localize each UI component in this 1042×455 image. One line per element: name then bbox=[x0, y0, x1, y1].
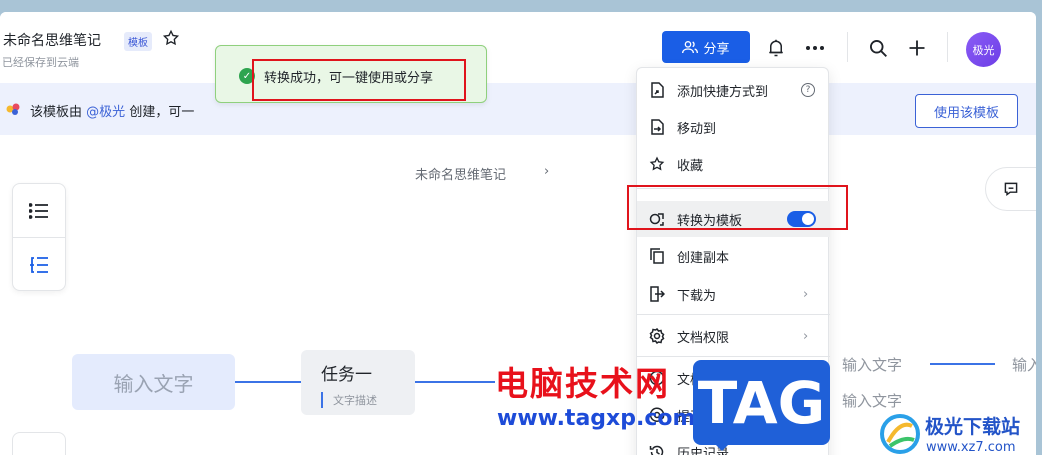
chevron-right-icon: › bbox=[803, 286, 809, 302]
watermark-site-url: www.xz7.com bbox=[926, 440, 1016, 455]
menu-item-label: 创建副本 bbox=[677, 250, 730, 266]
left-toolbar bbox=[12, 183, 66, 291]
help-icon[interactable]: ? bbox=[801, 83, 815, 97]
menu-divider bbox=[637, 188, 830, 189]
child-node[interactable]: 输入 bbox=[1012, 354, 1036, 375]
copy-icon bbox=[649, 248, 665, 264]
connector-line bbox=[930, 363, 995, 365]
use-template-button[interactable]: 使用该模板 bbox=[915, 94, 1018, 128]
app-window: 未命名思维笔记 模板 已经保存到云端 分享 极光 该模板由 @极光 创建，可一 … bbox=[0, 12, 1036, 455]
menu-item-label: 移动到 bbox=[677, 121, 717, 137]
menu-item-label: 添加快捷方式到 bbox=[677, 84, 769, 100]
share-label: 分享 bbox=[703, 41, 730, 57]
template-logo-icon bbox=[6, 103, 20, 115]
success-toast: ✓ 转换成功，可一键使用或分享 bbox=[215, 45, 487, 103]
banner-suffix: 创建，可一 bbox=[129, 105, 195, 120]
watermark-tag-logo: TAG bbox=[693, 360, 830, 445]
menu-item-label: 下载为 bbox=[677, 288, 717, 304]
divider bbox=[847, 32, 848, 62]
menu-item-label: 文档权限 bbox=[677, 330, 730, 346]
check-circle-icon: ✓ bbox=[239, 68, 255, 84]
task-node[interactable]: 任务一 文字描述 bbox=[301, 350, 415, 415]
menu-item-move[interactable]: 移动到 bbox=[637, 109, 830, 145]
chevron-right-icon[interactable]: › bbox=[544, 164, 549, 179]
connector-line bbox=[415, 381, 495, 383]
canvas-title[interactable]: 未命名思维笔记 bbox=[415, 164, 506, 183]
divider bbox=[947, 32, 948, 62]
collapse-toolbar[interactable] bbox=[12, 432, 66, 455]
history-icon bbox=[649, 444, 665, 455]
menu-item-label: 收藏 bbox=[677, 158, 704, 174]
menu-item-duplicate[interactable]: 创建副本 bbox=[637, 238, 830, 274]
connector-line bbox=[235, 381, 301, 383]
watermark-url: www.tagxp.com bbox=[497, 406, 696, 431]
plus-icon[interactable] bbox=[905, 36, 929, 60]
banner-prefix: 该模板由 bbox=[30, 105, 83, 120]
download-icon bbox=[649, 286, 665, 302]
mindmap-structure-icon[interactable] bbox=[13, 238, 65, 291]
move-icon bbox=[649, 119, 665, 135]
task-node-desc: 文字描述 bbox=[321, 392, 377, 408]
template-convert-icon bbox=[649, 211, 665, 227]
menu-item-favorite[interactable]: 收藏 bbox=[637, 146, 830, 182]
menu-item-permissions[interactable]: 文档权限 › bbox=[637, 318, 830, 354]
top-bar: 未命名思维笔记 模板 已经保存到云端 分享 极光 bbox=[0, 12, 1036, 82]
watermark-text: 电脑技术网 bbox=[495, 364, 670, 403]
banner-text: 该模板由 @极光 创建，可一 bbox=[30, 101, 194, 120]
banner-mention[interactable]: @极光 bbox=[86, 105, 125, 120]
more-icon[interactable] bbox=[803, 36, 827, 60]
bell-icon[interactable] bbox=[764, 36, 788, 60]
toggle-knob bbox=[802, 213, 814, 225]
child-node[interactable]: 输入文字 bbox=[842, 354, 902, 375]
task-node-title: 任务一 bbox=[321, 365, 372, 385]
watermark-site-name: 极光下载站 bbox=[925, 416, 1021, 438]
root-node[interactable]: 输入文字 bbox=[72, 354, 235, 410]
doc-title[interactable]: 未命名思维笔记 bbox=[3, 30, 101, 50]
menu-item-add-shortcut[interactable]: 添加快捷方式到 ? bbox=[637, 72, 830, 108]
share-button[interactable]: 分享 bbox=[662, 31, 750, 63]
outline-list-icon[interactable] bbox=[13, 184, 65, 237]
shortcut-add-icon bbox=[649, 82, 665, 98]
gear-icon bbox=[649, 328, 665, 344]
share-users-icon bbox=[682, 41, 699, 54]
chevron-right-icon: › bbox=[803, 328, 809, 344]
menu-item-convert-template[interactable]: 转换为模板 bbox=[637, 201, 830, 237]
menu-divider bbox=[637, 314, 830, 315]
child-node[interactable]: 输入文字 bbox=[842, 390, 902, 411]
aurora-logo-icon bbox=[880, 414, 920, 454]
star-icon bbox=[649, 156, 665, 172]
favorite-star-icon[interactable] bbox=[162, 29, 180, 47]
menu-item-label: 转换为模板 bbox=[677, 213, 743, 229]
avatar[interactable]: 极光 bbox=[966, 32, 1001, 67]
template-badge: 模板 bbox=[124, 32, 152, 51]
comment-icon[interactable] bbox=[985, 167, 1036, 211]
search-icon[interactable] bbox=[866, 36, 890, 60]
save-status: 已经保存到云端 bbox=[2, 56, 79, 69]
template-banner: 该模板由 @极光 创建，可一 使用该模板 bbox=[0, 83, 1036, 135]
template-toggle[interactable] bbox=[787, 211, 816, 227]
toast-message: 转换成功，可一键使用或分享 bbox=[264, 71, 434, 86]
menu-item-download[interactable]: 下载为 › bbox=[637, 276, 830, 312]
watermark-tag-tail bbox=[708, 437, 736, 451]
